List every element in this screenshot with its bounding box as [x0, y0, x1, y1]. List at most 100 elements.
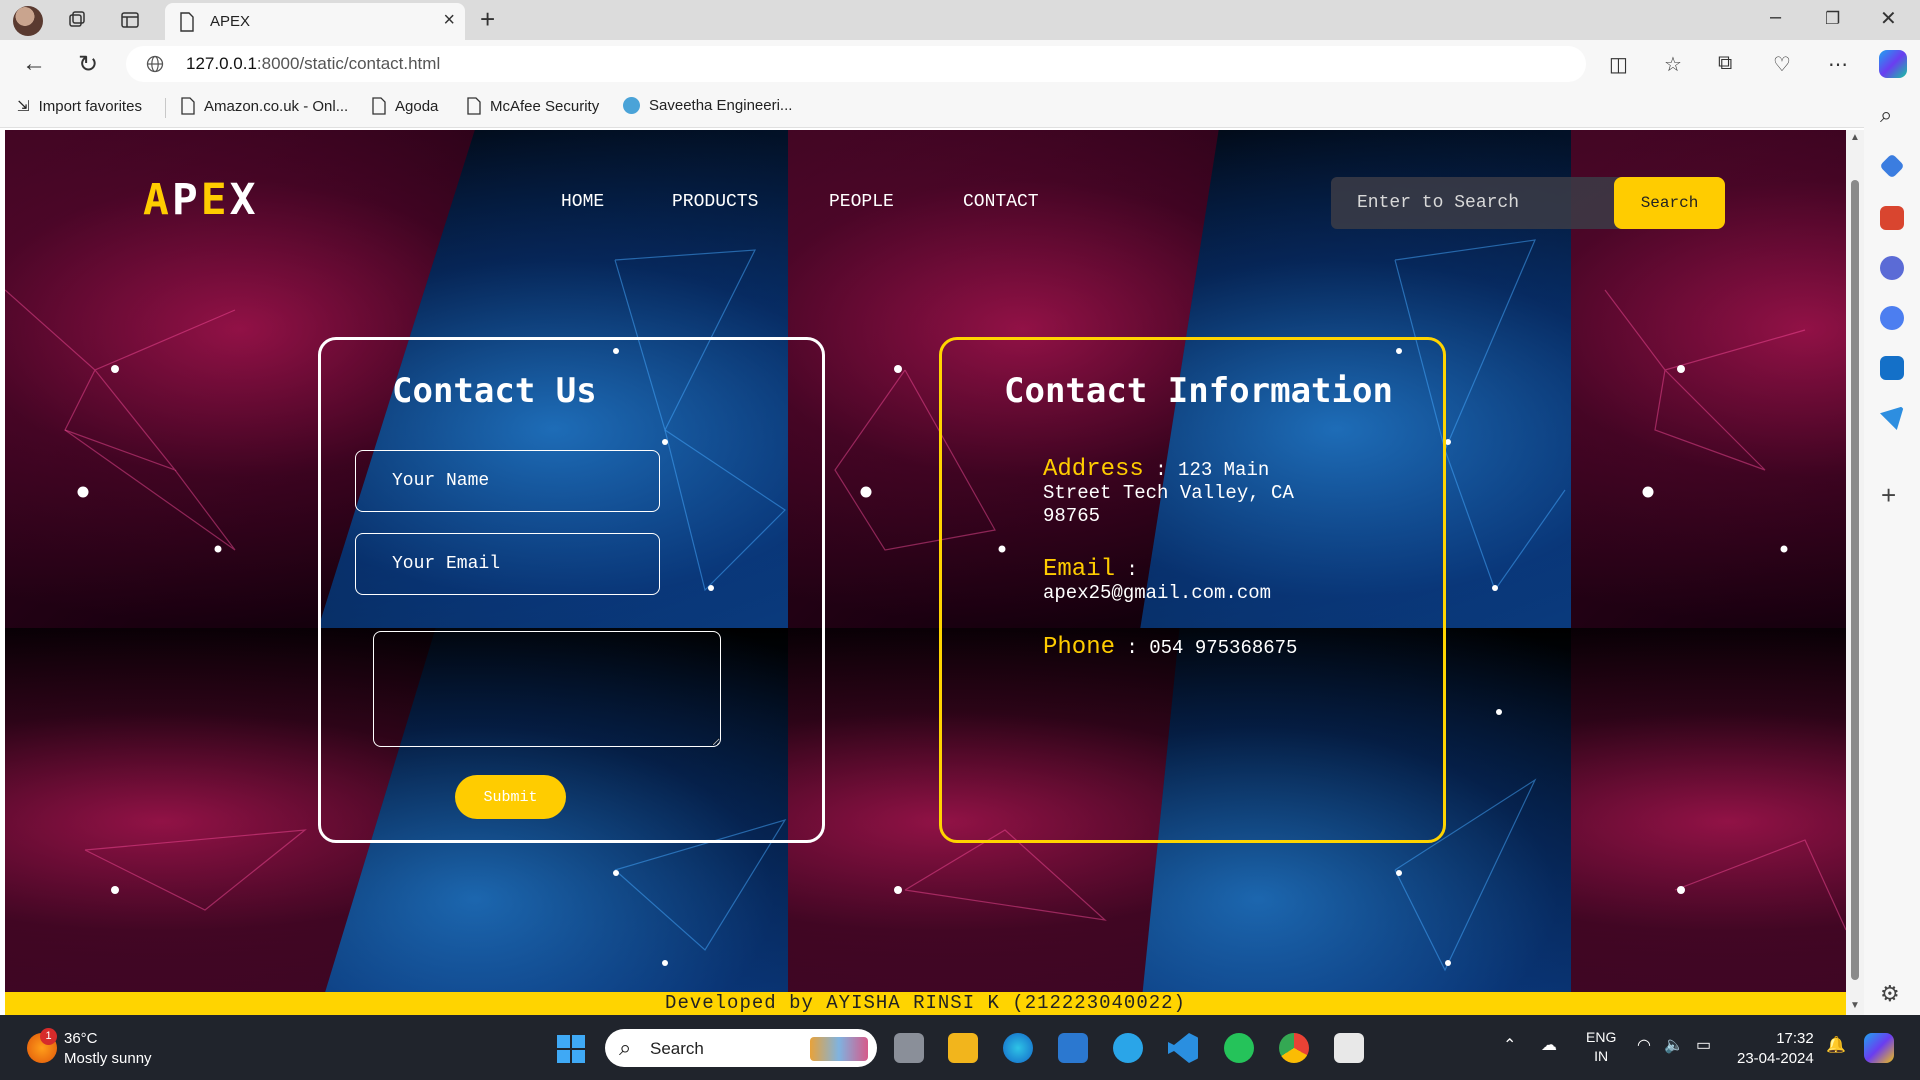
- scroll-down-icon[interactable]: ▼: [1850, 1000, 1860, 1011]
- add-icon[interactable]: +: [1881, 480, 1896, 511]
- fav-label: Saveetha Engineeri...: [649, 97, 793, 114]
- wifi-icon[interactable]: ◠: [1637, 1035, 1651, 1055]
- contact-info-card: Contact Information Address : 123 Main S…: [939, 337, 1446, 843]
- copilot-icon[interactable]: [1864, 1033, 1894, 1063]
- file-explorer-icon[interactable]: [948, 1033, 978, 1063]
- minimize-button[interactable]: –: [1770, 6, 1781, 29]
- message-field[interactable]: [373, 631, 721, 747]
- taskbar-search[interactable]: ⌕ Search: [605, 1029, 877, 1067]
- email-row: Email : apex25@gmail.com.com: [1043, 558, 1343, 605]
- url-field[interactable]: 127.0.0.1:8000/static/contact.html: [126, 46, 1586, 82]
- language-line: ENG: [1586, 1029, 1617, 1045]
- search-input[interactable]: [1331, 177, 1621, 229]
- onedrive-icon[interactable]: ☁: [1541, 1035, 1557, 1055]
- microsoft-365-icon[interactable]: [1880, 306, 1904, 330]
- page-icon: [467, 97, 481, 115]
- site-logo[interactable]: APEX: [143, 175, 259, 225]
- back-button[interactable]: ←: [22, 50, 46, 78]
- search-button[interactable]: Search: [1614, 177, 1725, 229]
- address-row: Address : 123 Main Street Tech Valley, C…: [1043, 458, 1343, 528]
- new-tab-button[interactable]: +: [480, 4, 495, 35]
- address-bar-row: ← ↻ 127.0.0.1:8000/static/contact.html ◫…: [0, 40, 1920, 88]
- page-footer: Developed by AYISHA RINSI K (21222304002…: [5, 992, 1846, 1015]
- favorites-bar: ⇲ Import favorites Amazon.co.uk - Onl... …: [0, 88, 1920, 128]
- weather-temperature[interactable]: 36°C: [64, 1030, 98, 1047]
- fav-agoda[interactable]: Agoda: [372, 97, 438, 115]
- notification-bell-icon[interactable]: 🔔: [1826, 1035, 1846, 1055]
- help-icon[interactable]: [1113, 1033, 1143, 1063]
- tab-strip: APEX × + – ❐ ✕: [0, 0, 1920, 40]
- close-window-button[interactable]: ✕: [1880, 6, 1897, 31]
- contact-info-title: Contact Information: [1004, 371, 1393, 411]
- network-mesh-background: [5, 239, 1846, 972]
- page-icon: [372, 97, 386, 115]
- taskbar: 1 36°C Mostly sunny ⌕ Search ⌃ ☁ ENG IN …: [0, 1015, 1920, 1080]
- tab-actions-icon[interactable]: [120, 10, 140, 30]
- browser-essentials-icon[interactable]: ♡: [1773, 52, 1791, 77]
- microsoft-store-icon[interactable]: [1058, 1033, 1088, 1063]
- snipping-tool-icon[interactable]: [1334, 1033, 1364, 1063]
- search-icon[interactable]: ⌕: [1880, 102, 1892, 128]
- settings-gear-icon[interactable]: ⚙: [1880, 981, 1900, 1007]
- volume-icon[interactable]: 🔈: [1664, 1035, 1684, 1055]
- edge-browser-icon[interactable]: [1003, 1033, 1033, 1063]
- collections-icon[interactable]: ⧉: [1718, 52, 1732, 75]
- send-icon[interactable]: [1880, 406, 1904, 430]
- task-view-icon[interactable]: [894, 1033, 924, 1063]
- scroll-up-icon[interactable]: ▲: [1850, 132, 1860, 143]
- profile-avatar[interactable]: [13, 6, 43, 36]
- chrome-icon[interactable]: [1279, 1033, 1309, 1063]
- language-indicator[interactable]: ENG IN: [1586, 1028, 1616, 1066]
- page-icon: [181, 97, 195, 115]
- language-line: IN: [1594, 1048, 1609, 1064]
- chevron-up-icon[interactable]: ⌃: [1503, 1035, 1516, 1055]
- divider: [165, 98, 166, 118]
- fav-mcafee[interactable]: McAfee Security: [467, 97, 599, 115]
- close-tab-icon[interactable]: ×: [443, 9, 455, 32]
- name-field[interactable]: [355, 450, 660, 512]
- battery-icon[interactable]: ▭: [1696, 1035, 1711, 1055]
- clock[interactable]: 17:32 23-04-2024: [1737, 1029, 1814, 1069]
- fav-saveetha[interactable]: Saveetha Engineeri...: [623, 97, 792, 114]
- favorites-star-icon[interactable]: ☆: [1664, 52, 1682, 77]
- email-field[interactable]: [355, 533, 660, 595]
- restore-button[interactable]: ❐: [1825, 9, 1840, 29]
- fav-label: Import favorites: [38, 97, 142, 115]
- weather-condition[interactable]: Mostly sunny: [64, 1050, 152, 1067]
- contact-form-card: Contact Us Submit: [318, 337, 825, 843]
- fav-label: Agoda: [395, 97, 439, 115]
- outlook-icon[interactable]: [1880, 356, 1904, 380]
- import-icon: ⇲: [17, 98, 30, 115]
- web-page: APEX HOME PRODUCTS PEOPLE CONTACT Search…: [5, 130, 1846, 1015]
- search-icon: ⌕: [619, 1035, 632, 1060]
- more-menu-icon[interactable]: ⋯: [1828, 52, 1848, 77]
- tab-title: APEX: [210, 13, 251, 30]
- vscode-icon[interactable]: [1168, 1033, 1198, 1063]
- separator: :: [1155, 459, 1167, 481]
- nav-home[interactable]: HOME: [561, 192, 604, 212]
- refresh-button[interactable]: ↻: [78, 50, 98, 79]
- search-highlight-icon: [810, 1037, 868, 1061]
- page-scrollbar[interactable]: ▲ ▼: [1846, 130, 1864, 1015]
- copilot-icon[interactable]: [1879, 50, 1907, 78]
- split-screen-icon[interactable]: ◫: [1609, 52, 1628, 77]
- workspaces-icon[interactable]: [67, 10, 87, 30]
- whatsapp-icon[interactable]: [1224, 1033, 1254, 1063]
- nav-people[interactable]: PEOPLE: [829, 192, 894, 212]
- scrollbar-thumb[interactable]: [1851, 180, 1859, 980]
- logo-letter: E: [200, 175, 230, 225]
- separator: :: [1126, 559, 1138, 581]
- nav-products[interactable]: PRODUCTS: [672, 192, 758, 212]
- url-path: :8000/static/contact.html: [256, 54, 441, 73]
- games-icon[interactable]: [1880, 256, 1904, 280]
- tools-icon[interactable]: [1880, 206, 1904, 230]
- fav-import-favorites[interactable]: ⇲ Import favorites: [17, 97, 142, 116]
- windows-start-icon[interactable]: [557, 1035, 585, 1063]
- separator: :: [1126, 637, 1138, 659]
- tab-apex[interactable]: APEX ×: [165, 3, 465, 40]
- fav-amazon[interactable]: Amazon.co.uk - Onl...: [181, 97, 348, 115]
- phone-value: 054 975368675: [1149, 637, 1298, 659]
- nav-contact[interactable]: CONTACT: [963, 192, 1039, 212]
- shopping-tag-icon[interactable]: [1879, 153, 1905, 179]
- submit-button[interactable]: Submit: [455, 775, 566, 819]
